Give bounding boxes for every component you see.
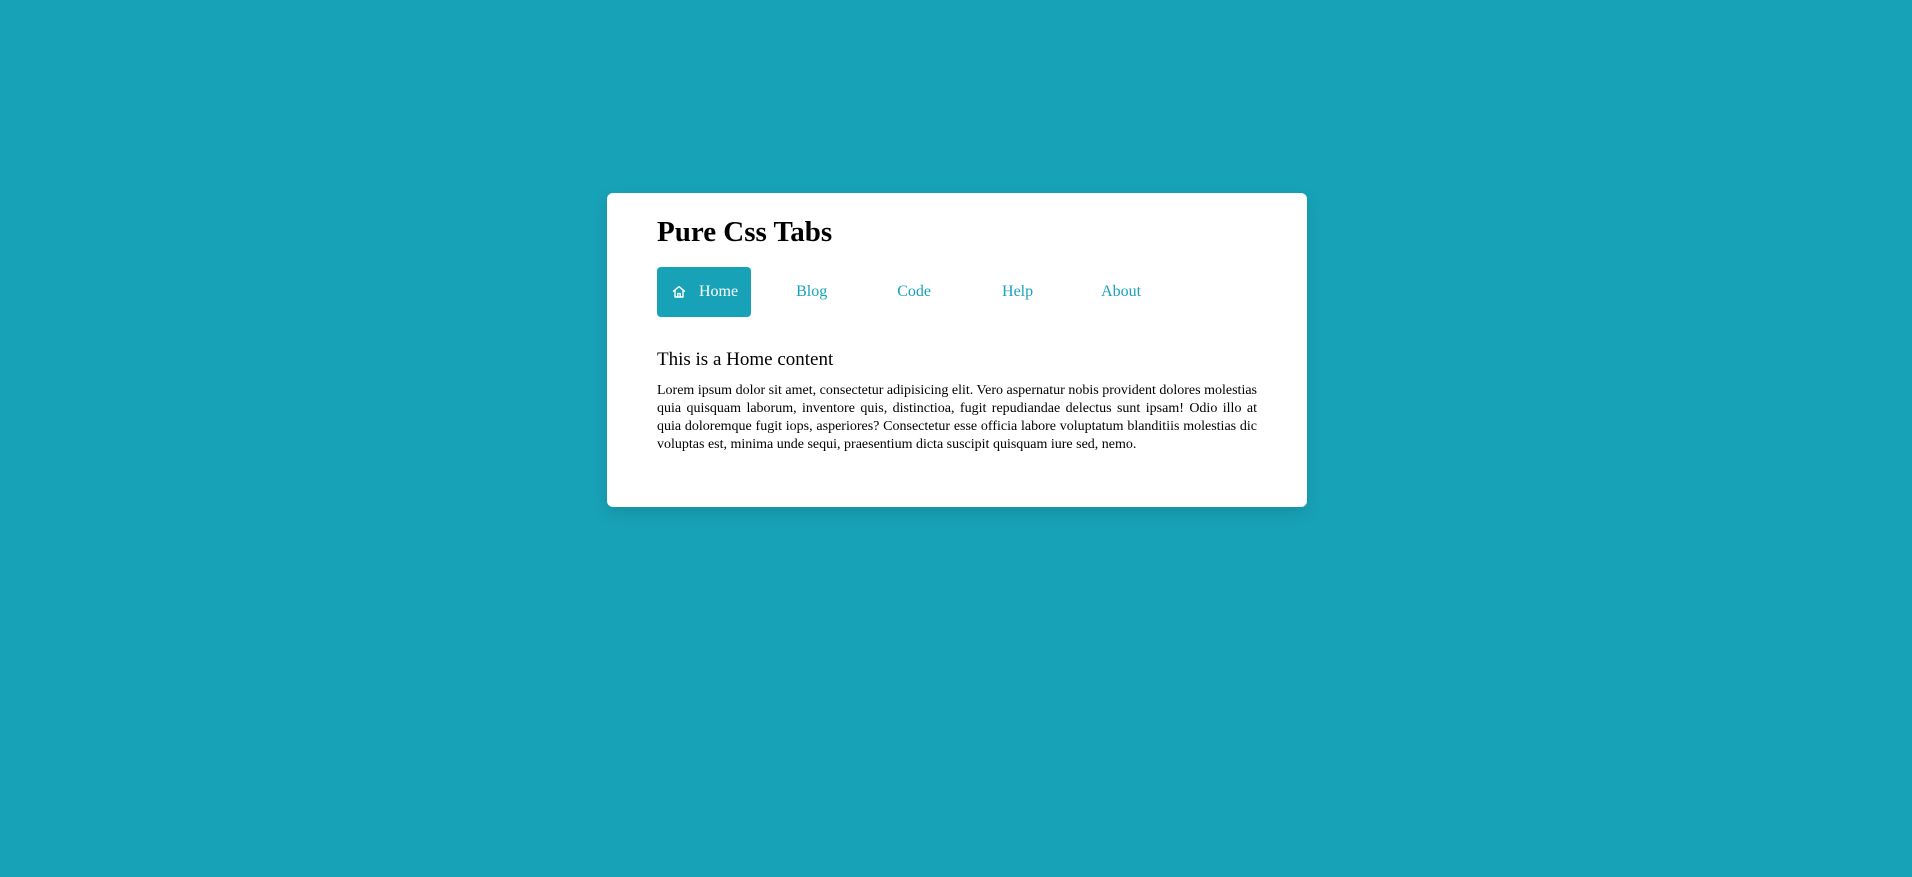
home-icon <box>671 284 687 300</box>
tab-code[interactable]: Code <box>884 267 944 317</box>
tab-help[interactable]: Help <box>989 267 1046 317</box>
tab-about[interactable]: About <box>1088 267 1154 317</box>
tab-blog[interactable]: Blog <box>783 267 840 317</box>
tab-code-label: Code <box>897 282 932 300</box>
page-title: Pure Css Tabs <box>657 216 833 248</box>
tab-home[interactable]: Home <box>657 266 752 317</box>
tab-help-label: Help <box>1002 282 1034 300</box>
tabs-card: Pure Css Tabs Home Blog Code Help About <box>607 193 1307 507</box>
tab-blog-label: Blog <box>796 282 828 300</box>
content-body: Lorem ipsum dolor sit amet, consectetur … <box>657 382 1257 452</box>
tab-about-label: About <box>1101 282 1142 300</box>
tab-bar: Home Blog Code Help About <box>657 266 1257 317</box>
content-heading: This is a Home content <box>657 348 834 370</box>
tab-home-label: Home <box>699 282 739 300</box>
tab-panel-home: This is a Home content Lorem ipsum dolor… <box>657 349 1257 454</box>
